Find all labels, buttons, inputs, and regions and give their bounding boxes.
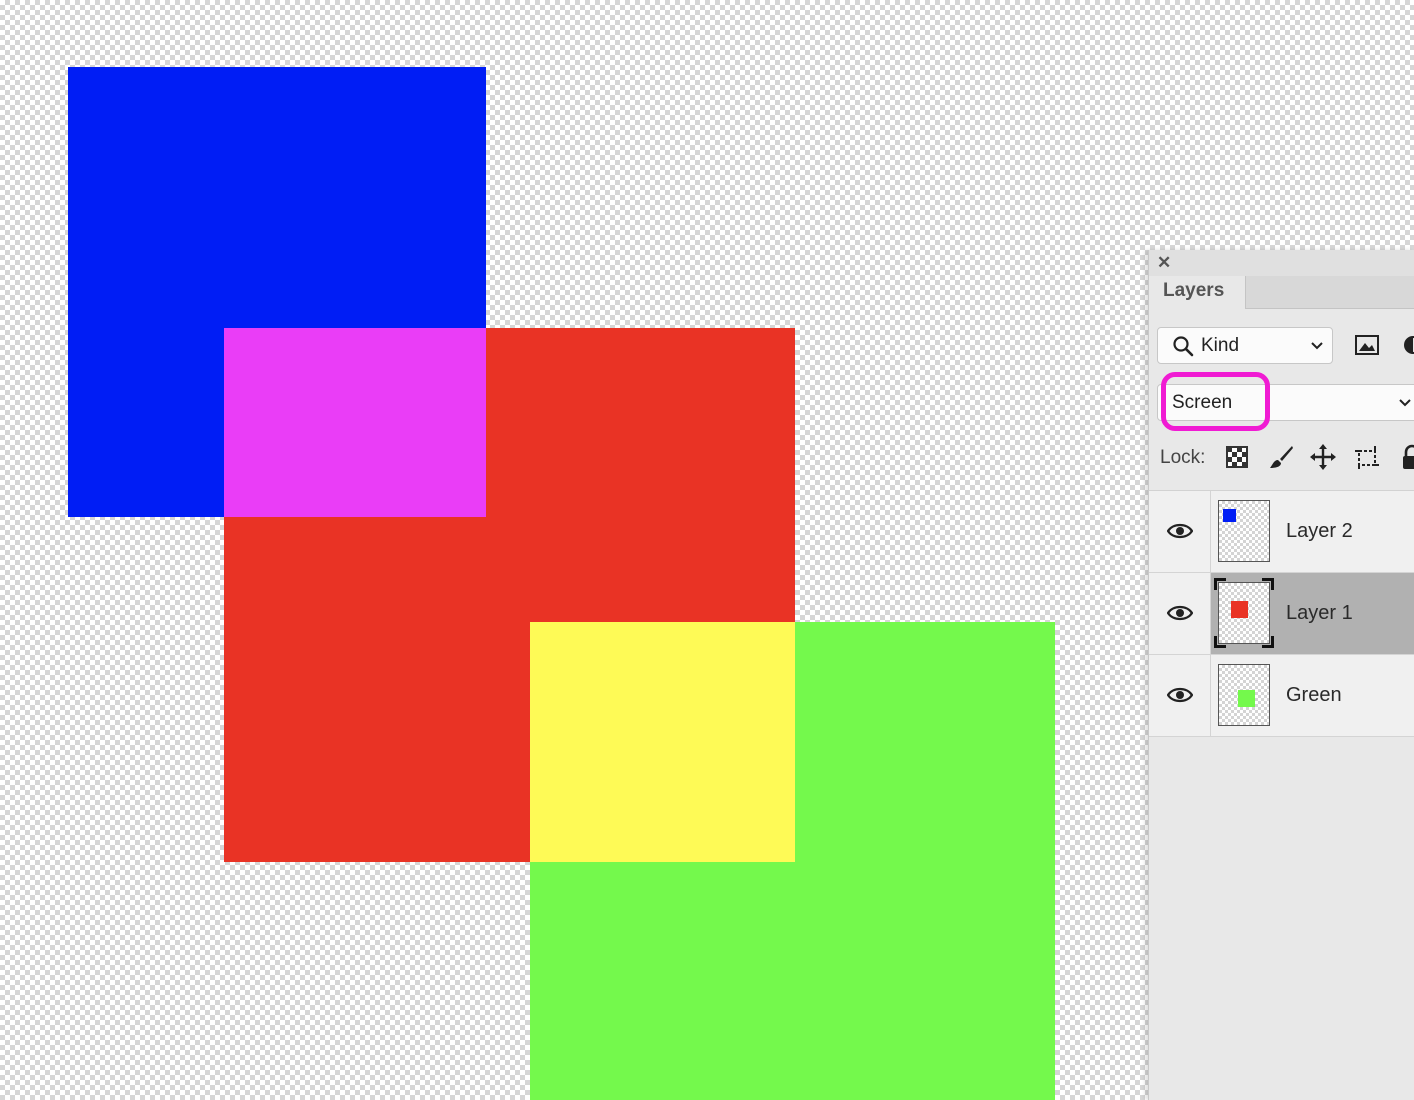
layer-thumbnail (1218, 664, 1270, 726)
chevron-down-icon (1399, 399, 1411, 407)
layer-name: Green (1286, 684, 1342, 706)
yellow-overlap-region (530, 622, 795, 862)
lock-artboard-icon[interactable] (1354, 444, 1380, 470)
image-filter-icon[interactable] (1355, 335, 1379, 355)
close-icon[interactable]: ✕ (1157, 253, 1171, 273)
layer-name: Layer 1 (1286, 602, 1353, 624)
lock-transparent-pixels-icon[interactable] (1224, 444, 1250, 470)
adjustment-filter-icon[interactable] (1403, 335, 1414, 355)
layer-thumbnail (1218, 500, 1270, 562)
selection-corner (1214, 578, 1226, 590)
lock-position-icon[interactable] (1310, 444, 1336, 470)
selection-corner (1214, 636, 1226, 648)
eye-icon (1167, 523, 1193, 539)
blend-mode-value: Screen (1172, 392, 1233, 413)
layers-panel: ✕ Layers Kind Screen Lock: Layer 2 Layer… (1148, 250, 1414, 1100)
thumbnail-swatch (1231, 601, 1248, 618)
layer-row[interactable]: Green (1149, 655, 1414, 737)
chevron-down-icon (1311, 342, 1323, 350)
thumbnail-swatch (1223, 509, 1236, 522)
selection-corner (1262, 636, 1274, 648)
search-icon (1173, 336, 1194, 357)
visibility-toggle[interactable] (1149, 491, 1211, 572)
layer-name: Layer 2 (1286, 520, 1353, 542)
lock-image-pixels-icon[interactable] (1268, 444, 1294, 470)
eye-icon (1167, 687, 1193, 703)
tab-layers[interactable]: Layers (1149, 276, 1246, 309)
lock-all-icon[interactable] (1399, 444, 1414, 470)
selection-corner (1262, 578, 1274, 590)
layer-thumbnail (1214, 578, 1274, 648)
filter-kind-select[interactable]: Kind (1157, 327, 1333, 364)
layer-row[interactable]: Layer 2 (1149, 491, 1414, 573)
panel-tab-strip: Layers (1149, 276, 1414, 309)
magenta-overlap-region (224, 328, 486, 517)
layer-row-selected[interactable]: Layer 1 (1149, 573, 1414, 655)
visibility-toggle[interactable] (1149, 573, 1211, 654)
blend-mode-select[interactable]: Screen (1157, 384, 1414, 421)
visibility-toggle[interactable] (1149, 655, 1211, 736)
panel-title-bar: ✕ (1149, 250, 1414, 276)
layer-list: Layer 2 Layer 1 Green (1149, 490, 1414, 737)
lock-label: Lock: (1160, 447, 1206, 468)
thumbnail-swatch (1238, 690, 1255, 707)
eye-icon (1167, 605, 1193, 621)
filter-kind-label: Kind (1201, 335, 1240, 356)
